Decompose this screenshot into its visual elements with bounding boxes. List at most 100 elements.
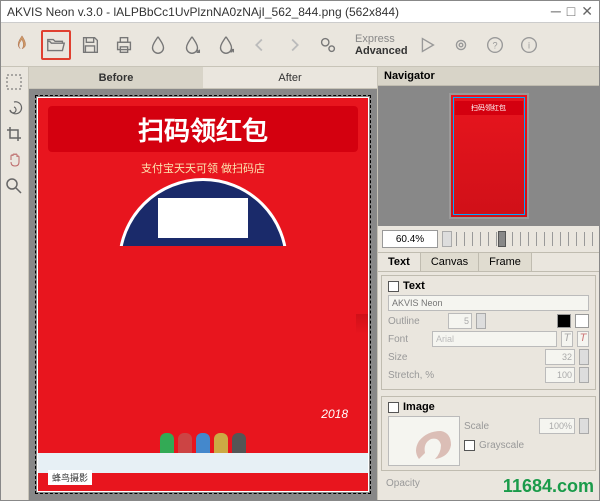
navigator-preview[interactable]: 扫码领红包 [378, 86, 599, 226]
font-label: Font [388, 334, 428, 345]
droplet-import-button[interactable] [177, 30, 207, 60]
tab-after[interactable]: After [203, 67, 377, 88]
mode-switch[interactable]: Express Advanced [355, 33, 408, 57]
size-value[interactable] [545, 349, 575, 365]
redo-button[interactable] [279, 30, 309, 60]
watermark-text: 11684.com [503, 476, 594, 497]
italic-button[interactable]: T [561, 331, 573, 347]
tab-canvas[interactable]: Canvas [421, 253, 479, 271]
image-header-label: Image [403, 401, 435, 413]
zoom-slider[interactable] [456, 232, 595, 246]
outline-label: Outline [388, 316, 444, 327]
text-section-header: Text [388, 280, 589, 292]
outline-color-swatch[interactable] [575, 314, 589, 328]
preview-window-tool[interactable] [3, 71, 25, 93]
close-button[interactable]: ✕ [581, 3, 593, 20]
window-title: AKVIS Neon v.3.0 - lALPBbCc1UvPlznNA0zNA… [7, 5, 551, 19]
magnifier-icon [5, 177, 23, 195]
image-section-header: Image [388, 401, 589, 413]
play-icon [416, 34, 438, 56]
scale-value[interactable] [539, 418, 575, 434]
arrow-right-icon [283, 34, 305, 56]
batch-button[interactable] [313, 30, 343, 60]
flame-icon [11, 34, 33, 56]
view-tabs: Before After [29, 67, 377, 89]
droplet-1-button[interactable] [143, 30, 173, 60]
canvas-viewport[interactable]: 扫码领红包 支付宝天天可领 做扫码店 2018 蜂鸟摄影 [29, 89, 377, 500]
navigator-thumbnail[interactable]: 扫码领红包 [449, 93, 529, 219]
outline-value[interactable] [448, 313, 472, 329]
droplet-icon [147, 34, 169, 56]
arrow-left-icon [249, 34, 271, 56]
zoom-input[interactable] [382, 230, 438, 248]
save-button[interactable] [75, 30, 105, 60]
size-label: Size [388, 352, 444, 363]
svg-text:?: ? [492, 40, 497, 50]
save-icon [79, 34, 101, 56]
window-buttons: ─ □ ✕ [551, 3, 593, 20]
image-section: Image Scale [381, 396, 596, 471]
property-tabs: Text Canvas Frame [378, 253, 599, 272]
maximize-button[interactable]: □ [567, 3, 575, 20]
help-icon: ? [484, 34, 506, 56]
opacity-label: Opacity [386, 478, 420, 489]
outline-spinner[interactable] [476, 313, 486, 329]
tab-text[interactable]: Text [378, 253, 421, 271]
droplet-down-icon [181, 34, 203, 56]
image-enable-checkbox[interactable] [388, 402, 399, 413]
main-toolbar: Express Advanced ? i [1, 23, 599, 67]
undo-button[interactable] [245, 30, 275, 60]
open-folder-icon [45, 34, 67, 56]
canvas-area: Before After 扫码领红包 支付宝天天可领 做扫码店 2018 蜂鸟摄… [29, 67, 377, 500]
mode-advanced[interactable]: Advanced [355, 45, 408, 57]
stretch-spinner[interactable] [579, 367, 589, 383]
akvis-logo-icon [411, 423, 455, 463]
font-select[interactable] [432, 331, 557, 347]
scale-label: Scale [464, 421, 489, 432]
text-enable-checkbox[interactable] [388, 281, 399, 292]
print-button[interactable] [109, 30, 139, 60]
zoom-slider-thumb[interactable] [498, 231, 506, 247]
smudge-tool[interactable] [3, 97, 25, 119]
zoom-spinner[interactable] [442, 231, 452, 247]
info-icon: i [518, 34, 540, 56]
nav-selection-box[interactable] [453, 97, 525, 215]
stretch-label: Stretch, % [388, 370, 458, 381]
gear-icon [450, 34, 472, 56]
settings-button[interactable] [446, 30, 476, 60]
crop-tool[interactable] [3, 123, 25, 145]
text-header-label: Text [403, 280, 425, 292]
run-button[interactable] [412, 30, 442, 60]
minimize-button[interactable]: ─ [551, 3, 561, 20]
mode-express[interactable]: Express [355, 33, 408, 45]
logo-button[interactable] [7, 30, 37, 60]
help-button[interactable]: ? [480, 30, 510, 60]
right-panel: Navigator 扫码领红包 Text Canvas Frame [377, 67, 599, 500]
droplet-export-button[interactable] [211, 30, 241, 60]
grayscale-label: Grayscale [479, 440, 524, 451]
text-color-swatch[interactable] [557, 314, 571, 328]
hand-tool[interactable] [3, 149, 25, 171]
text-input[interactable] [388, 295, 589, 311]
zoom-tool[interactable] [3, 175, 25, 197]
watermark-preview[interactable] [388, 416, 460, 466]
size-spinner[interactable] [579, 349, 589, 365]
grayscale-checkbox[interactable] [464, 440, 475, 451]
bold-button[interactable]: T [577, 331, 589, 347]
gears-icon [317, 34, 339, 56]
tab-before[interactable]: Before [29, 67, 203, 88]
svg-text:i: i [528, 40, 530, 50]
left-toolbar [1, 67, 29, 500]
stretch-value[interactable] [545, 367, 575, 383]
info-button[interactable]: i [514, 30, 544, 60]
dashed-rect-icon [5, 73, 23, 91]
title-bar: AKVIS Neon v.3.0 - lALPBbCc1UvPlznNA0zNA… [1, 1, 599, 23]
selection-marquee[interactable] [35, 95, 371, 494]
zoom-control [378, 226, 599, 253]
scale-spinner[interactable] [579, 418, 589, 434]
text-section: Text Outline Font T T [381, 275, 596, 390]
print-icon [113, 34, 135, 56]
tab-frame[interactable]: Frame [479, 253, 532, 271]
open-button[interactable] [41, 30, 71, 60]
spiral-icon [5, 99, 23, 117]
